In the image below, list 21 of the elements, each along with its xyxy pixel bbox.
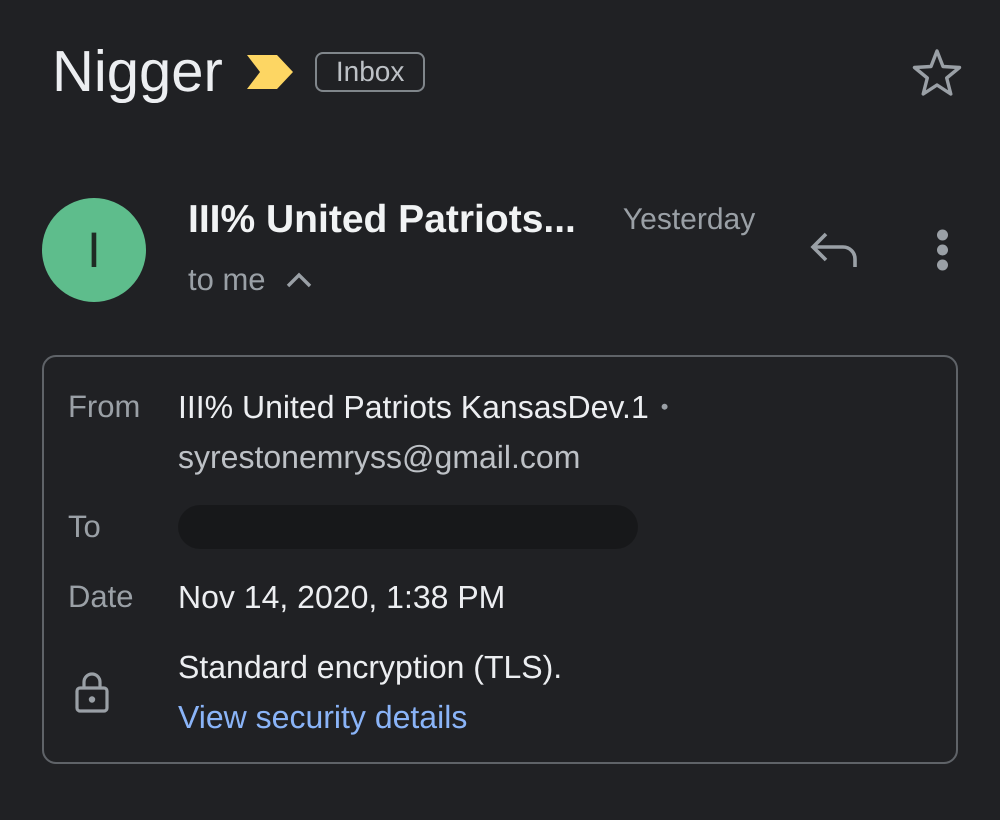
field-label: From [68,388,142,426]
sender-full-name: III% United Patriots KansasDev.1 [178,388,649,427]
message-time: Yesterday [622,203,756,237]
star-icon[interactable] [912,48,962,96]
encryption-status: Standard encryption (TLS). [178,648,562,687]
security-details-link[interactable]: View security details [178,692,468,742]
field-value: Nov 14, 2020, 1:38 PM [178,578,506,617]
sender-email: syrestonemryss@gmail.com [178,438,580,477]
caret-icon[interactable] [286,272,312,288]
field-label: Date [68,578,134,616]
field-label: To [68,508,102,546]
email-subject: Nigger [52,40,223,104]
reply-icon[interactable] [810,232,858,268]
recipient-summary[interactable]: to me [188,262,266,298]
importance-marker-icon[interactable] [246,55,293,89]
more-icon[interactable] [935,229,950,271]
sender-name: III% United Patriots... [188,198,576,242]
lock-icon [75,671,109,713]
separator-dot: • [660,393,668,421]
sender-avatar: I [42,198,146,302]
label-chip[interactable]: Inbox [314,52,426,92]
